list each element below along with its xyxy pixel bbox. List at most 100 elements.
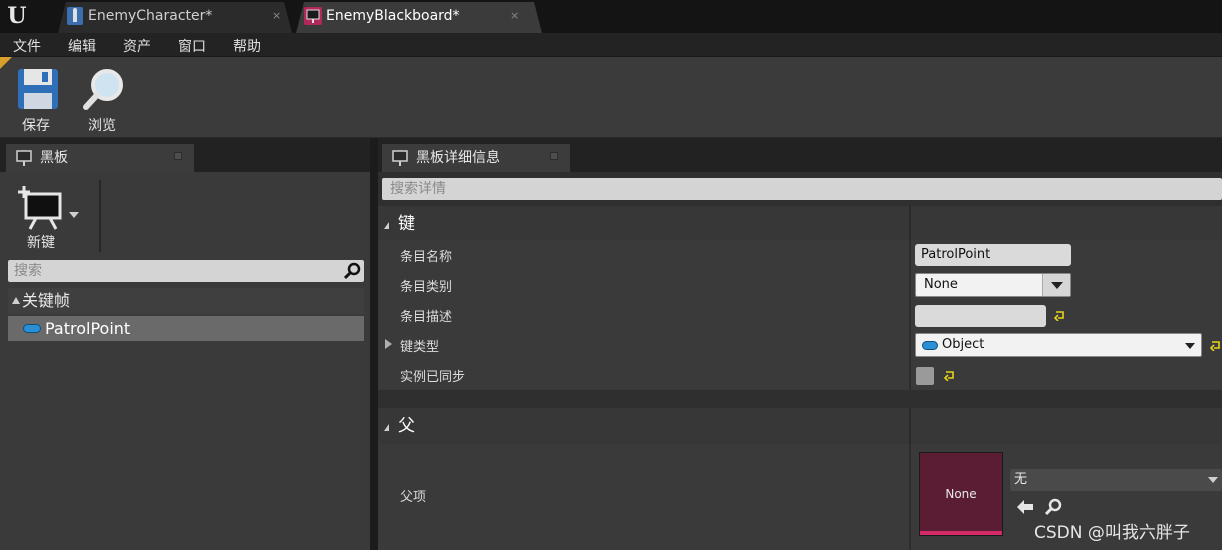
entry-category-label: 条目类别 — [400, 280, 453, 295]
section-parent-header[interactable]: 父 — [378, 408, 1222, 444]
instance-synced-checkbox[interactable] — [916, 367, 934, 385]
character-blueprint-icon — [67, 7, 83, 25]
watermark-text: CSDN @叫我六胖子 — [1034, 523, 1190, 543]
thumbnail-color-bar — [920, 531, 1002, 535]
chevron-down-icon[interactable] — [1208, 477, 1218, 483]
tab-label: EnemyBlackboard* — [326, 8, 460, 24]
menu-file[interactable]: 文件 — [13, 36, 41, 56]
chevron-down-icon[interactable] — [69, 212, 79, 218]
blackboard-editor-window: U EnemyCharacter* × EnemyBlackboard* × 文… — [0, 0, 1222, 550]
new-key-label: 新键 — [27, 235, 55, 251]
object-type-pill-icon — [23, 324, 41, 333]
browse-button[interactable]: 浏览 — [76, 65, 128, 135]
panel-title: 黑板详细信息 — [416, 150, 500, 166]
close-icon[interactable] — [174, 152, 182, 160]
asset-thumbnail[interactable]: None — [919, 452, 1003, 536]
instance-synced-label: 实例已同步 — [400, 370, 466, 385]
document-tab-strip: U EnemyCharacter* × EnemyBlackboard* × — [0, 0, 1222, 33]
search-placeholder: 搜索详情 — [390, 181, 446, 197]
row-entry-description: 条目描述 — [378, 300, 1222, 330]
close-icon[interactable]: × — [272, 2, 281, 30]
search-icon[interactable] — [344, 262, 362, 280]
entry-name-label: 条目名称 — [400, 250, 453, 265]
unreal-logo-icon[interactable]: U — [4, 3, 30, 29]
corner-marker — [0, 57, 12, 69]
reset-arrow-icon[interactable] — [1210, 339, 1222, 351]
menu-window[interactable]: 窗口 — [178, 36, 206, 56]
panel-title: 黑板 — [40, 150, 68, 166]
chevron-down-icon[interactable] — [1185, 343, 1195, 349]
category-keys[interactable]: 关键帧 — [8, 288, 364, 314]
list-item[interactable]: PatrolPoint — [8, 316, 364, 341]
reset-arrow-icon[interactable] — [1054, 309, 1066, 321]
blackboard-panel: 黑板 新键 搜索 关键帧 PatrolPoint — [0, 138, 370, 550]
expand-triangle-icon[interactable] — [385, 339, 392, 349]
details-search-input[interactable]: 搜索详情 — [382, 178, 1222, 200]
column-divider — [909, 330, 911, 360]
blackboard-tab-icon — [392, 150, 408, 166]
entry-category-value: None — [924, 277, 958, 292]
save-button[interactable]: 保存 — [10, 65, 62, 135]
collapse-triangle-icon[interactable] — [384, 222, 389, 229]
object-type-pill-icon — [922, 341, 938, 350]
row-entry-category: 条目类别 None — [378, 270, 1222, 300]
thumbnail-text: None — [945, 487, 977, 501]
new-key-icon — [18, 186, 62, 230]
key-type-select[interactable]: Object — [915, 333, 1202, 357]
parent-asset-select[interactable]: 无 — [1010, 469, 1222, 491]
menu-asset[interactable]: 资产 — [123, 36, 151, 56]
row-entry-name: 条目名称 PatrolPoint — [378, 240, 1222, 270]
close-icon[interactable] — [550, 152, 558, 160]
entry-description-label: 条目描述 — [400, 310, 453, 325]
column-divider — [909, 300, 911, 330]
blackboard-tab-icon — [16, 150, 32, 166]
column-divider — [909, 270, 911, 300]
collapse-triangle-icon[interactable] — [384, 424, 389, 431]
magnifier-icon — [83, 69, 123, 110]
category-label: 关键帧 — [22, 291, 71, 310]
reset-arrow-icon[interactable] — [944, 369, 956, 381]
row-instance-synced: 实例已同步 — [378, 360, 1222, 390]
entry-category-select[interactable]: None — [915, 273, 1071, 297]
tab-blackboard[interactable]: 黑板 — [6, 144, 194, 172]
close-icon[interactable]: × — [510, 2, 519, 30]
tab-enemy-blackboard[interactable]: EnemyBlackboard* × — [296, 2, 542, 33]
column-divider — [909, 408, 911, 444]
use-selected-arrow-icon[interactable] — [1016, 499, 1034, 515]
entry-name-field[interactable]: PatrolPoint — [915, 244, 1071, 266]
save-label: 保存 — [22, 118, 50, 134]
panel-splitter[interactable] — [370, 138, 378, 550]
column-divider — [909, 206, 911, 242]
blackboard-icon — [304, 7, 322, 25]
search-input[interactable]: 搜索 — [8, 260, 364, 282]
search-placeholder: 搜索 — [14, 263, 42, 279]
browse-search-icon[interactable] — [1044, 498, 1062, 516]
parent-label: 父项 — [400, 490, 427, 505]
parent-asset-value: 无 — [1014, 472, 1028, 487]
blackboard-body: 新键 搜索 关键帧 PatrolPoint — [0, 172, 370, 550]
key-type-label: 键类型 — [400, 340, 440, 355]
entry-description-field[interactable] — [915, 305, 1046, 327]
browse-label: 浏览 — [88, 118, 116, 134]
menu-help[interactable]: 帮助 — [233, 36, 261, 56]
column-divider — [909, 240, 911, 270]
details-body: 搜索详情 键 条目名称 PatrolPoint 条目类别 None 条目描述 键… — [378, 172, 1222, 550]
toolbar-divider — [99, 180, 101, 252]
column-divider — [909, 444, 911, 550]
section-title: 父 — [398, 416, 415, 436]
save-icon — [18, 69, 58, 109]
tab-enemy-character[interactable]: EnemyCharacter* × — [58, 2, 292, 33]
tab-label: EnemyCharacter* — [88, 8, 213, 24]
tab-details[interactable]: 黑板详细信息 — [382, 144, 570, 172]
new-key-button[interactable]: 新键 — [14, 184, 80, 254]
toolbar: 保存 浏览 — [0, 57, 1222, 137]
key-name: PatrolPoint — [45, 319, 131, 338]
section-title: 键 — [398, 214, 415, 234]
section-key-header[interactable]: 键 — [378, 206, 1222, 242]
menu-edit[interactable]: 编辑 — [68, 36, 96, 56]
column-divider — [909, 360, 911, 390]
chevron-down-icon[interactable] — [1042, 274, 1070, 296]
collapse-triangle-icon[interactable] — [12, 297, 20, 304]
key-type-value: Object — [942, 337, 985, 352]
row-key-type: 键类型 Object — [378, 330, 1222, 360]
